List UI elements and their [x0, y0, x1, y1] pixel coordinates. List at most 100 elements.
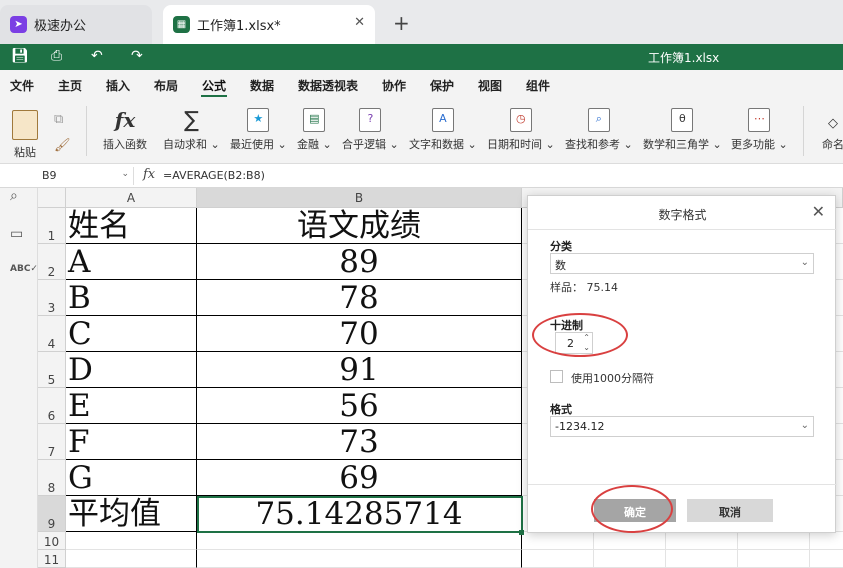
menu-file[interactable]: 文件: [10, 77, 34, 94]
tab-label: 极速办公: [34, 19, 87, 34]
cell-b[interactable]: 语文成绩: [197, 208, 522, 244]
print-icon[interactable]: ⎙: [51, 48, 62, 64]
math-trig-button[interactable]: θ 数学和三角学 ⌄: [643, 108, 722, 152]
comment-icon[interactable]: ▭: [10, 226, 23, 242]
row-header[interactable]: 9: [38, 496, 66, 532]
new-tab-button[interactable]: +: [393, 11, 410, 35]
row-header[interactable]: 3: [38, 280, 66, 316]
datetime-button[interactable]: ◷ 日期和时间 ⌄: [487, 108, 555, 152]
empty-cell[interactable]: [810, 532, 843, 550]
cell-b[interactable]: 69: [197, 460, 522, 496]
format-painter-icon[interactable]: 🖌︎: [54, 138, 71, 153]
cell-b[interactable]: 78: [197, 280, 522, 316]
cell-a[interactable]: B: [66, 280, 197, 316]
more-functions-button[interactable]: ⋯ 更多功能 ⌄: [731, 108, 788, 152]
fill-handle[interactable]: [519, 530, 524, 535]
recent-button[interactable]: ★ 最近使用 ⌄: [230, 108, 287, 152]
column-header-a[interactable]: A: [66, 188, 197, 208]
name-box-value: B9: [42, 169, 57, 182]
spellcheck-icon[interactable]: ABC✓: [10, 264, 38, 274]
menu-protect[interactable]: 保护: [430, 77, 454, 94]
logical-button[interactable]: ? 合乎逻辑 ⌄: [342, 108, 399, 152]
select-all-corner[interactable]: [38, 188, 66, 208]
row-header[interactable]: 8: [38, 460, 66, 496]
menu-pivot[interactable]: 数据透视表: [298, 77, 358, 94]
cell-a[interactable]: [66, 532, 197, 550]
empty-cell[interactable]: [738, 532, 810, 550]
menu-collaborate[interactable]: 协作: [382, 77, 406, 94]
row-header[interactable]: 1: [38, 208, 66, 244]
tab-home[interactable]: ➤ 极速办公: [0, 5, 152, 44]
row-header[interactable]: 2: [38, 244, 66, 280]
menu-insert[interactable]: 插入: [106, 77, 130, 94]
menu-layout[interactable]: 布局: [154, 77, 178, 94]
empty-cell[interactable]: [594, 550, 666, 568]
ribbon-separator: [803, 106, 804, 156]
button-label: 命名: [822, 138, 843, 151]
menu-formula[interactable]: 公式: [202, 77, 226, 94]
fx-icon: fx: [114, 108, 136, 132]
empty-cell[interactable]: [594, 532, 666, 550]
cell-a[interactable]: G: [66, 460, 197, 496]
category-label: 分类: [550, 240, 572, 253]
cancel-button[interactable]: 取消: [687, 499, 773, 522]
copy-icon[interactable]: ⧉: [54, 112, 63, 127]
close-icon[interactable]: ✕: [354, 15, 365, 30]
save-icon[interactable]: 💾︎: [11, 48, 29, 64]
fx-icon[interactable]: fx: [143, 167, 155, 182]
row-header[interactable]: 4: [38, 316, 66, 352]
cell-b[interactable]: 56: [197, 388, 522, 424]
cell-b[interactable]: 73: [197, 424, 522, 460]
search-icon[interactable]: ⌕: [10, 188, 18, 204]
cell-a[interactable]: [66, 550, 197, 568]
menu-view[interactable]: 视图: [478, 77, 502, 94]
cell-b[interactable]: 75.14285714: [197, 496, 522, 532]
cell-b[interactable]: 89: [197, 244, 522, 280]
empty-cell[interactable]: [738, 550, 810, 568]
row-header[interactable]: 11: [38, 550, 66, 568]
cell-b[interactable]: [197, 532, 522, 550]
empty-cell[interactable]: [810, 550, 843, 568]
menu-data[interactable]: 数据: [250, 77, 274, 94]
cell-a[interactable]: E: [66, 388, 197, 424]
lookup-button[interactable]: ⌕ 查找和参考 ⌄: [565, 108, 633, 152]
close-icon[interactable]: ✕: [812, 202, 825, 221]
cell-a[interactable]: A: [66, 244, 197, 280]
format-select[interactable]: -1234.12 ⌄: [550, 416, 814, 437]
text-data-button[interactable]: A 文字和数据 ⌄: [409, 108, 477, 152]
empty-cell[interactable]: [522, 532, 594, 550]
name-box[interactable]: B9 ⌄: [38, 167, 134, 185]
empty-cell[interactable]: [666, 532, 738, 550]
cell-b[interactable]: [197, 550, 522, 568]
category-select[interactable]: 数 ⌄: [550, 253, 814, 274]
empty-cell[interactable]: [522, 550, 594, 568]
row-header[interactable]: 7: [38, 424, 66, 460]
thousands-separator-checkbox[interactable]: [550, 370, 563, 383]
row-header[interactable]: 10: [38, 532, 66, 550]
tab-workbook[interactable]: ▦ 工作簿1.xlsx* ✕: [163, 5, 375, 44]
spreadsheet-icon: ▦: [173, 16, 190, 33]
undo-icon[interactable]: ↶: [91, 48, 103, 64]
row-header[interactable]: 6: [38, 388, 66, 424]
cell-b[interactable]: 91: [197, 352, 522, 388]
cell-a[interactable]: F: [66, 424, 197, 460]
thousands-separator-label: 使用1000分隔符: [571, 372, 654, 385]
paste-button[interactable]: 粘贴: [12, 110, 38, 160]
menu-home[interactable]: 主页: [58, 77, 82, 94]
column-header-b[interactable]: B: [197, 188, 522, 208]
cell-a[interactable]: C: [66, 316, 197, 352]
formula-input[interactable]: =AVERAGE(B2:B8): [163, 169, 265, 182]
insert-function-button[interactable]: fx 插入函数: [103, 108, 147, 152]
cell-a[interactable]: 姓名: [66, 208, 197, 244]
empty-cell[interactable]: [666, 550, 738, 568]
cell-a[interactable]: D: [66, 352, 197, 388]
cell-b[interactable]: 70: [197, 316, 522, 352]
menu-components[interactable]: 组件: [526, 77, 550, 94]
name-manager-button[interactable]: ◇ 命名: [822, 116, 843, 152]
finance-button[interactable]: ▤ 金融 ⌄: [297, 108, 332, 152]
annotation-circle-ok: [591, 485, 673, 533]
cell-a[interactable]: 平均值: [66, 496, 197, 532]
row-header[interactable]: 5: [38, 352, 66, 388]
autosum-button[interactable]: ∑ 自动求和 ⌄: [163, 108, 220, 152]
redo-icon[interactable]: ↷: [131, 48, 143, 64]
